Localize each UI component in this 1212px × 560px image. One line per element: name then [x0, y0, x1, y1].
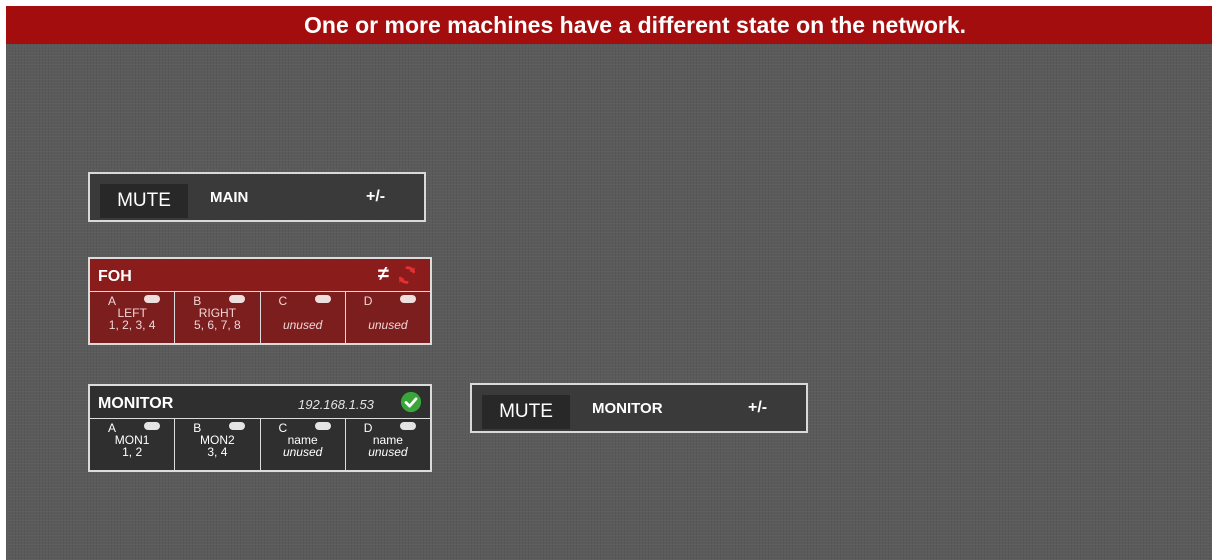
- machine-header-foh: FOH ≠: [90, 259, 430, 291]
- output-c-foh[interactable]: C unused: [261, 292, 346, 343]
- machine-name-foh: FOH: [98, 268, 132, 285]
- adjust-button-monitor[interactable]: +/-: [748, 399, 767, 417]
- not-equal-icon: ≠: [378, 263, 389, 285]
- machine-header-monitor: MONITOR 192.168.1.53: [90, 386, 430, 418]
- output-d-foh[interactable]: D unused: [346, 292, 430, 343]
- mute-button-monitor[interactable]: MUTE: [482, 395, 570, 429]
- output-c-monitor[interactable]: C name unused: [261, 419, 346, 470]
- output-channels: unused: [368, 318, 408, 332]
- output-columns-foh: A LEFT 1, 2, 3, 4 B RIGHT 5, 6, 7, 8 C u…: [90, 291, 430, 343]
- output-a-foh[interactable]: A LEFT 1, 2, 3, 4: [90, 292, 176, 343]
- output-indicator: [399, 295, 416, 303]
- output-channels: unused: [282, 445, 323, 459]
- mute-button-main[interactable]: MUTE: [100, 184, 188, 218]
- check-icon: [400, 391, 422, 413]
- output-columns-monitor: A MON1 1, 2 B MON2 3, 4 C name unused D …: [90, 418, 430, 470]
- output-indicator: [144, 295, 160, 303]
- fader-name-monitor: MONITOR: [592, 400, 663, 417]
- output-channels: 1, 2: [122, 445, 143, 459]
- machine-card-foh[interactable]: FOH ≠ A LEFT 1, 2, 3, 4 B RIGHT 5, 6, 7,…: [88, 257, 432, 345]
- output-channels: unused: [368, 445, 408, 459]
- output-indicator: [144, 422, 160, 430]
- output-channels: 5, 6, 7, 8: [194, 318, 241, 332]
- output-channels: 3, 4: [207, 445, 228, 459]
- output-indicator: [314, 295, 331, 303]
- output-letter: D: [363, 294, 373, 308]
- output-letter: A: [108, 294, 117, 308]
- output-b-monitor[interactable]: B MON2 3, 4: [175, 419, 261, 470]
- sync-icon[interactable]: [396, 264, 418, 286]
- output-channels: 1, 2, 3, 4: [108, 318, 156, 332]
- output-letter: D: [363, 421, 373, 435]
- output-a-monitor[interactable]: A MON1 1, 2: [90, 419, 176, 470]
- output-letter: C: [278, 294, 288, 308]
- banner-message: One or more machines have a different st…: [304, 12, 967, 38]
- fader-monitor: MUTE MONITOR +/-: [470, 383, 808, 433]
- output-b-foh[interactable]: B RIGHT 5, 6, 7, 8: [175, 292, 261, 343]
- machine-card-monitor[interactable]: MONITOR 192.168.1.53 A MON1 1, 2 B MON2: [88, 384, 432, 472]
- output-indicator: [229, 422, 246, 430]
- output-indicator: [314, 422, 331, 430]
- fader-name-main: MAIN: [210, 189, 249, 206]
- output-indicator: [229, 295, 246, 303]
- workspace: One or more machines have a different st…: [6, 6, 1212, 560]
- output-channels: unused: [282, 318, 323, 332]
- machine-ip-address: 192.168.1.53: [298, 397, 374, 412]
- adjust-button-main[interactable]: +/-: [366, 188, 385, 206]
- output-d-monitor[interactable]: D name unused: [346, 419, 430, 470]
- fader-main: MUTE MAIN +/-: [88, 172, 426, 222]
- output-indicator: [399, 422, 416, 430]
- output-letter: C: [278, 421, 288, 435]
- network-state-banner: One or more machines have a different st…: [6, 6, 1212, 44]
- machine-name-monitor: MONITOR: [98, 395, 174, 412]
